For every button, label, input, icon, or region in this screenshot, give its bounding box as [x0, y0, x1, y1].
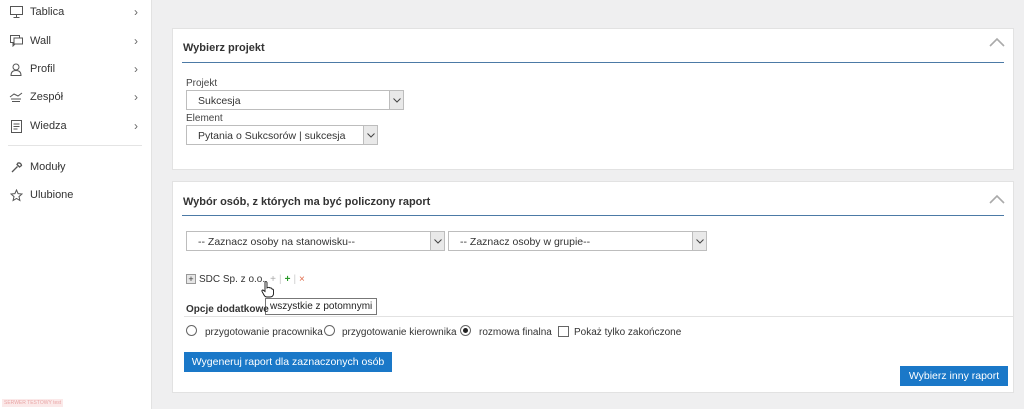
element-select[interactable]: Pytania o Sukcsorów | sukcesja	[186, 125, 378, 145]
chat-icon	[9, 34, 23, 48]
chevron-down-icon	[363, 126, 377, 144]
action-separator: |	[293, 273, 297, 285]
chevron-right-icon: ›	[134, 119, 138, 133]
sidebar-item-wiedza[interactable]: Wiedza ›	[0, 115, 152, 137]
chevron-up-icon[interactable]	[989, 194, 1005, 206]
option-label: przygotowanie pracownika	[205, 327, 323, 338]
radio-przygotowanie-kierownika[interactable]	[324, 325, 335, 336]
tree-row: + SDC Sp. z o.o. + | + | ×	[186, 272, 308, 286]
expand-toggle[interactable]: +	[186, 274, 196, 284]
chevron-up-icon[interactable]	[989, 37, 1005, 49]
project-select-value: Sukcesja	[198, 95, 241, 107]
chevron-down-icon	[389, 91, 403, 109]
action-separator: |	[278, 273, 282, 285]
group-select-value: -- Zaznacz osoby w grupie--	[460, 236, 591, 248]
remove-icon[interactable]: ×	[299, 274, 305, 285]
group-select[interactable]: -- Zaznacz osoby w grupie--	[448, 231, 707, 251]
server-tag: SERWER TESTOWY test	[2, 399, 64, 407]
sidebar-divider	[8, 145, 142, 146]
user-icon	[9, 62, 23, 76]
option-label: rozmowa finalna	[479, 327, 552, 338]
sidebar: Tablica › Wall › Profil › Zespół › Wiedz…	[0, 0, 152, 409]
options-divider	[184, 316, 1014, 317]
project-select[interactable]: Sukcesja	[186, 90, 404, 110]
radio-przygotowanie-pracownika[interactable]	[186, 325, 197, 336]
sidebar-item-label: Ulubione	[30, 189, 74, 201]
sidebar-item-wall[interactable]: Wall ›	[0, 30, 152, 52]
sidebar-item-label: Zespół	[30, 91, 64, 103]
element-select-value: Pytania o Sukcsorów | sukcesja	[198, 130, 346, 142]
sidebar-item-tablica[interactable]: Tablica ›	[0, 1, 152, 23]
options-title: Opcje dodatkowe	[186, 304, 269, 315]
element-label: Element	[186, 113, 223, 124]
team-icon	[9, 90, 23, 104]
tooltip: wszystkie z potomnymi	[265, 298, 378, 315]
project-label: Projekt	[186, 78, 218, 89]
hand-cursor-icon	[261, 281, 275, 298]
tree-node-label[interactable]: SDC Sp. z o.o.	[199, 274, 265, 285]
position-select-value: -- Zaznacz osoby na stanowisku--	[198, 236, 355, 248]
sidebar-item-zespol[interactable]: Zespół ›	[0, 86, 152, 108]
chevron-right-icon: ›	[134, 5, 138, 19]
option-label: Pokaż tylko zakończone	[574, 327, 682, 338]
panel-title: Wybierz projekt	[183, 42, 265, 54]
panel-divider	[182, 62, 1004, 63]
sidebar-item-moduly[interactable]: Moduły	[0, 156, 152, 178]
position-select[interactable]: -- Zaznacz osoby na stanowisku--	[186, 231, 445, 251]
monitor-icon	[9, 5, 23, 19]
sidebar-item-label: Wall	[30, 35, 51, 47]
chevron-down-icon	[430, 232, 444, 250]
option-label: przygotowanie kierownika	[342, 327, 457, 338]
radio-rozmowa-finalna[interactable]	[460, 325, 471, 336]
generate-report-button[interactable]: Wygeneruj raport dla zaznaczonych osób	[184, 352, 392, 372]
choose-other-report-button[interactable]: Wybierz inny raport	[900, 366, 1008, 386]
panel-divider	[182, 215, 1004, 216]
chevron-right-icon: ›	[134, 62, 138, 76]
panel-title: Wybór osób, z których ma być policzony r…	[183, 196, 431, 208]
document-icon	[9, 119, 23, 133]
chevron-down-icon	[692, 232, 706, 250]
checkbox-tylko-zakonczone[interactable]	[558, 326, 569, 337]
sidebar-item-label: Tablica	[30, 6, 65, 18]
wrench-icon	[9, 160, 23, 174]
sidebar-item-profil[interactable]: Profil ›	[0, 58, 152, 80]
sidebar-item-label: Profil	[30, 63, 56, 75]
chevron-right-icon: ›	[134, 34, 138, 48]
sidebar-item-label: Moduły	[30, 161, 66, 173]
sidebar-item-ulubione[interactable]: Ulubione	[0, 184, 152, 206]
chevron-right-icon: ›	[134, 90, 138, 104]
sidebar-item-label: Wiedza	[30, 120, 67, 132]
star-icon	[9, 188, 23, 202]
add-icon[interactable]: +	[285, 274, 291, 285]
